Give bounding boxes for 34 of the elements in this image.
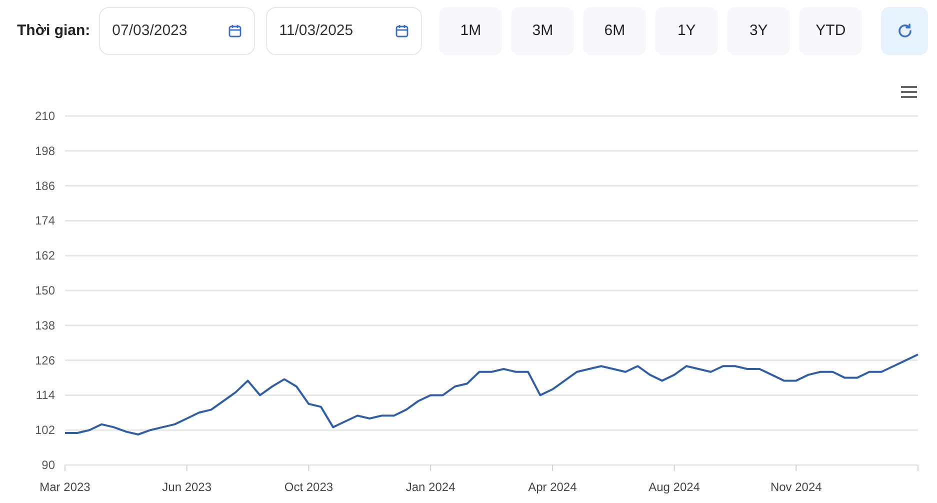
time-label: Thời gian: — [17, 20, 90, 41]
x-axis-label: Mar 2023 — [40, 480, 90, 494]
date-value: 07/03/2023 — [112, 20, 188, 41]
range-button[interactable]: 3M — [511, 7, 574, 55]
y-axis-label: 102 — [34, 423, 55, 438]
range-button[interactable]: 6M — [583, 7, 646, 55]
refresh-icon — [896, 22, 914, 40]
menu-icon[interactable] — [901, 86, 917, 98]
refresh-button[interactable] — [881, 7, 928, 55]
date-field[interactable]: 11/03/2025 — [266, 7, 422, 55]
x-axis-label: Nov 2024 — [770, 480, 822, 494]
range-button[interactable]: 1Y — [655, 7, 718, 55]
y-axis-label: 138 — [34, 318, 55, 332]
range-button[interactable]: YTD — [799, 7, 862, 55]
y-axis-label: 162 — [34, 248, 55, 263]
y-axis-label: 150 — [34, 284, 55, 298]
y-axis-label: 126 — [34, 353, 55, 368]
y-axis-label: 210 — [34, 109, 55, 123]
range-button[interactable]: 3Y — [727, 7, 790, 55]
y-axis-label: 198 — [34, 144, 55, 158]
y-axis-label: 90 — [42, 458, 55, 472]
y-axis-label: 186 — [34, 178, 55, 193]
calendar-icon — [228, 24, 242, 38]
x-axis-label: Oct 2023 — [284, 480, 334, 494]
y-axis-label: 114 — [36, 388, 55, 402]
x-axis-label: Jun 2023 — [162, 480, 212, 494]
y-axis-label: 174 — [34, 214, 55, 228]
x-axis-label: Aug 2024 — [648, 480, 700, 494]
date-value: 11/03/2025 — [279, 20, 354, 41]
calendar-icon — [395, 24, 410, 38]
x-axis-label: Jan 2024 — [406, 480, 456, 494]
range-button[interactable]: 1M — [439, 7, 502, 55]
date-field[interactable]: 07/03/2023 — [99, 7, 256, 55]
x-axis-label: Apr 2024 — [528, 480, 577, 494]
